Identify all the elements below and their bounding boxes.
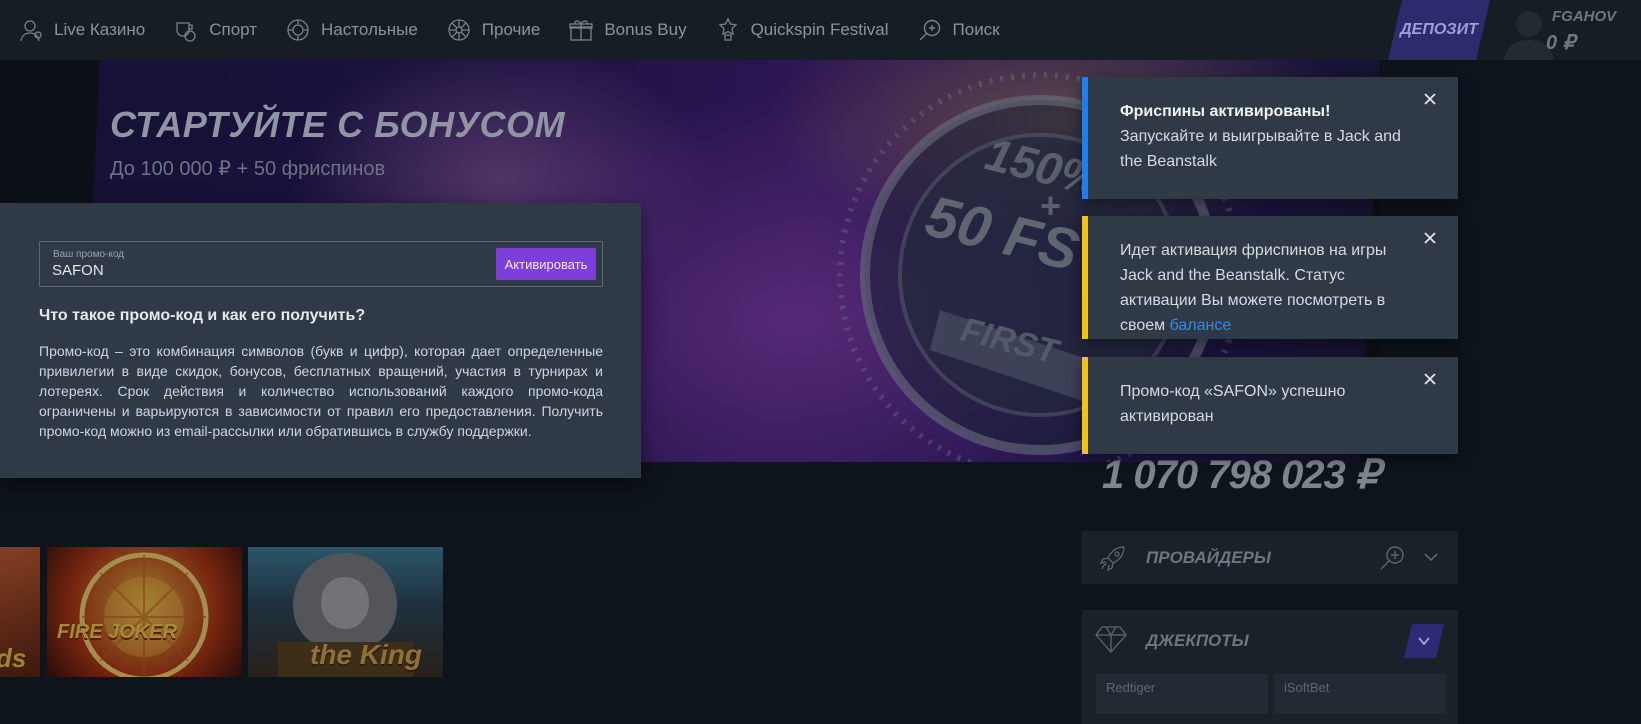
toast-text: Промо-код «SAFON» успешно активирован xyxy=(1120,383,1346,425)
jackpot-tab-redtiger[interactable]: Redtiger xyxy=(1096,674,1268,714)
toast-text: Запускайте и выигрывайте в Jack and the … xyxy=(1120,128,1401,170)
promo-code-label: Ваш промо-код xyxy=(53,249,125,260)
jackpot-tab-isoftbet[interactable]: iSoftBet xyxy=(1274,674,1446,714)
nav-item-table-games[interactable]: Настольные xyxy=(285,14,418,46)
nav-item-label: Поиск xyxy=(952,20,1000,39)
promo-code-input[interactable] xyxy=(52,260,472,280)
banner-title: СТАРТУЙТЕ С БОНУСОМ xyxy=(110,104,566,145)
gift-icon xyxy=(569,20,593,41)
nav-item-label: Прочие xyxy=(481,20,541,39)
search-icon xyxy=(919,19,940,41)
game-tile-overlay xyxy=(248,547,443,677)
toast-accent-bar xyxy=(1082,357,1088,454)
toast-accent-bar xyxy=(1082,77,1088,199)
deposit-button-label: ДЕПОЗИТ xyxy=(1400,21,1478,38)
live-dealer-icon xyxy=(20,20,42,42)
game-tile-overlay xyxy=(47,547,242,677)
toast-accent-bar xyxy=(1082,216,1088,339)
chevron-down-icon xyxy=(1416,633,1432,649)
jackpots-title: ДЖЕКПОТЫ xyxy=(1146,631,1249,650)
notification-toast-promo-activated: Промо-код «SAFON» успешно активирован xyxy=(1082,357,1458,454)
game-tile[interactable]: the King xyxy=(248,547,443,677)
toast-body: Промо-код «SAFON» успешно активирован xyxy=(1120,379,1420,429)
nav-item-label: Bonus Buy xyxy=(604,20,687,39)
poker-chip-icon xyxy=(287,19,309,41)
nav-item-label: Настольные xyxy=(321,20,418,39)
close-icon[interactable] xyxy=(1422,91,1438,107)
close-icon[interactable] xyxy=(1422,230,1438,246)
game-tile[interactable]: FIRE JOKER xyxy=(47,547,242,677)
nav-item-live-casino[interactable]: Live Казино xyxy=(18,14,145,46)
toast-title: Фриспины активированы! xyxy=(1120,103,1331,120)
account-balance: 0 ₽ xyxy=(1546,32,1576,54)
close-icon[interactable] xyxy=(1422,371,1438,387)
notification-toast-activation-pending: Идет активация фриспинов на игры Jack an… xyxy=(1082,216,1458,339)
jackpots-panel: ДЖЕКПОТЫ Redtiger iSoftBet xyxy=(1082,610,1458,724)
chevron-down-icon[interactable] xyxy=(1422,548,1440,566)
nav-item-sport[interactable]: Спорт xyxy=(173,14,257,46)
nav-item-bonus-buy[interactable]: Bonus Buy xyxy=(568,14,687,46)
jackpots-toggle-button[interactable] xyxy=(1404,624,1444,658)
nav-item-label: Live Казино xyxy=(54,20,146,39)
rocket-icon xyxy=(1099,546,1125,572)
nav-item-label: Спорт xyxy=(209,20,258,39)
nav-item-other[interactable]: Прочие xyxy=(446,14,541,46)
promo-code-field[interactable]: Ваш промо-код Активировать xyxy=(39,241,603,287)
roulette-icon xyxy=(448,19,470,41)
soccer-ball-icon xyxy=(176,22,196,42)
providers-title: ПРОВАЙДЕРЫ xyxy=(1146,548,1271,567)
game-tile-overlay xyxy=(0,547,40,677)
banner-subtitle: До 100 000 ₽ + 50 фриспинов xyxy=(110,158,386,180)
providers-panel[interactable]: ПРОВАЙДЕРЫ xyxy=(1082,531,1458,584)
nav-item-search[interactable]: Поиск xyxy=(917,14,1000,46)
top-navigation-bar: Live Казино Спорт Настольные Прочие Bonu… xyxy=(0,0,1641,60)
game-tile[interactable]: ds xyxy=(0,547,40,677)
diamond-icon xyxy=(1095,626,1127,653)
main-nav: Live Казино Спорт Настольные Прочие Bonu… xyxy=(18,14,1000,46)
balance-link[interactable]: балансе xyxy=(1170,317,1232,334)
nav-item-label: Quickspin Festival xyxy=(750,20,889,39)
promo-code-panel: Ваш промо-код Активировать Что такое про… xyxy=(0,203,641,478)
jackpot-total: 1 070 798 023 ₽ xyxy=(1102,453,1380,497)
nav-item-quickspin-festival[interactable]: Quickspin Festival xyxy=(715,14,889,46)
deposit-button[interactable]: ДЕПОЗИТ xyxy=(1388,0,1490,60)
trophy-icon xyxy=(718,17,737,41)
promo-faq-heading: Что такое промо-код и как его получить? xyxy=(39,307,366,324)
username[interactable]: FGAHOV xyxy=(1552,8,1616,25)
toast-text: Идет активация фриспинов на игры Jack an… xyxy=(1120,242,1387,334)
toast-body: Идет активация фриспинов на игры Jack an… xyxy=(1120,238,1420,338)
activate-button[interactable]: Активировать xyxy=(496,248,596,280)
toast-body: Фриспины активированы! Запускайте и выиг… xyxy=(1120,99,1420,174)
notification-toast-freespins-activated: Фриспины активированы! Запускайте и выиг… xyxy=(1082,77,1458,199)
search-icon[interactable] xyxy=(1378,544,1406,572)
promo-faq-text: Промо-код – это комбинация символов (бук… xyxy=(39,343,603,439)
